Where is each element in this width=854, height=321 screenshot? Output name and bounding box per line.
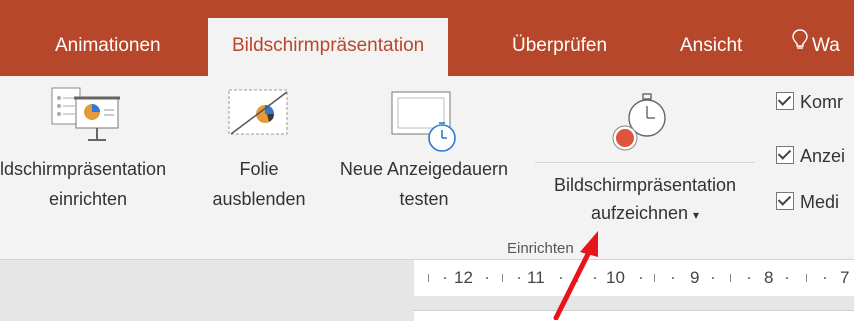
- ruler-dot: [748, 277, 750, 279]
- hide-slide-label-1: Folie: [239, 159, 279, 179]
- rehearse-timings-button[interactable]: Neue Anzeigedauern testen: [318, 76, 530, 246]
- ruler-dot: [594, 277, 596, 279]
- tell-me-label: Wa: [812, 35, 840, 57]
- ruler-dot: [712, 277, 714, 279]
- chevron-down-icon: ▾: [693, 208, 700, 222]
- ruler-label: 11: [527, 268, 545, 287]
- tab-ansicht[interactable]: Ansicht: [680, 24, 742, 76]
- checkbox-label: Anzei: [800, 146, 846, 166]
- ruler-tick: [502, 274, 503, 282]
- ribbon-panel: ldschirmpräsentation einrichten Folie au…: [0, 76, 854, 260]
- group-label-einrichten: Einrichten: [507, 240, 574, 257]
- checkbox-box[interactable]: [776, 92, 794, 111]
- rehearse-timings-icon: [390, 90, 462, 161]
- ruler-tick: [577, 274, 578, 282]
- ruler-dot: [786, 277, 788, 279]
- record-slideshow-label-2: aufzeichnen: [590, 203, 689, 223]
- record-slideshow-label-1: Bildschirmpräsentation: [553, 175, 737, 195]
- ruler-dot: [486, 277, 488, 279]
- checkbox-timings[interactable]: Anzei: [776, 146, 845, 172]
- ruler-dot: [518, 277, 520, 279]
- ruler-label: 8: [764, 268, 774, 287]
- hide-slide-button[interactable]: Folie ausblenden: [200, 76, 318, 246]
- ruler-tick: [654, 274, 655, 282]
- ribbon-tab-bar: Animationen Bildschirmpräsentation Überp…: [0, 0, 854, 78]
- ruler-dot: [444, 277, 446, 279]
- setup-slideshow-button[interactable]: ldschirmpräsentation einrichten: [0, 76, 200, 246]
- setup-slideshow-label-1: ldschirmpräsentation: [0, 159, 167, 179]
- ruler-tick: [428, 274, 429, 282]
- checkbox-box[interactable]: [776, 146, 794, 165]
- tab-bildschirmpraesentation[interactable]: Bildschirmpräsentation: [208, 18, 449, 78]
- lightbulb-icon: [792, 24, 808, 68]
- ruler-dot: [560, 277, 562, 279]
- slide-canvas[interactable]: [414, 310, 854, 321]
- vertical-ruler[interactable]: 12 11 10 9 8 7: [414, 260, 854, 296]
- tab-tell-me[interactable]: Wa: [792, 24, 840, 76]
- checkbox-label: Komr: [800, 92, 844, 112]
- checkbox-media-controls[interactable]: Medi: [776, 192, 839, 218]
- rehearse-timings-label-1: Neue Anzeigedauern: [339, 159, 509, 179]
- ruler-tick: [806, 274, 807, 282]
- split-button-divider: [535, 162, 755, 163]
- ruler-label: 12: [454, 268, 473, 287]
- ruler-tick: [730, 274, 731, 282]
- setup-slideshow-label-2: einrichten: [48, 189, 128, 209]
- checkbox-label: Medi: [800, 192, 840, 212]
- checkbox-narration[interactable]: Komr: [776, 92, 843, 118]
- record-slideshow-dropdown[interactable]: aufzeichnen ▾: [535, 200, 755, 228]
- setup-slideshow-icon: [48, 84, 128, 161]
- ruler-label: 7: [840, 268, 850, 287]
- ruler-label: 9: [690, 268, 700, 287]
- hide-slide-label-2: ausblenden: [212, 189, 306, 209]
- ruler-dot: [640, 277, 642, 279]
- stopwatch-record-icon: [607, 92, 673, 161]
- hide-slide-icon: [227, 88, 291, 149]
- ruler-dot: [672, 277, 674, 279]
- tab-animationen[interactable]: Animationen: [55, 24, 161, 76]
- ruler-dot: [824, 277, 826, 279]
- ruler-label: 10: [606, 268, 625, 287]
- tab-ueberpruefen[interactable]: Überprüfen: [512, 24, 607, 76]
- record-slideshow-button[interactable]: Bildschirmpräsentation aufzeichnen ▾: [535, 76, 755, 246]
- checkbox-box[interactable]: [776, 192, 794, 211]
- rehearse-timings-label-2: testen: [399, 189, 449, 209]
